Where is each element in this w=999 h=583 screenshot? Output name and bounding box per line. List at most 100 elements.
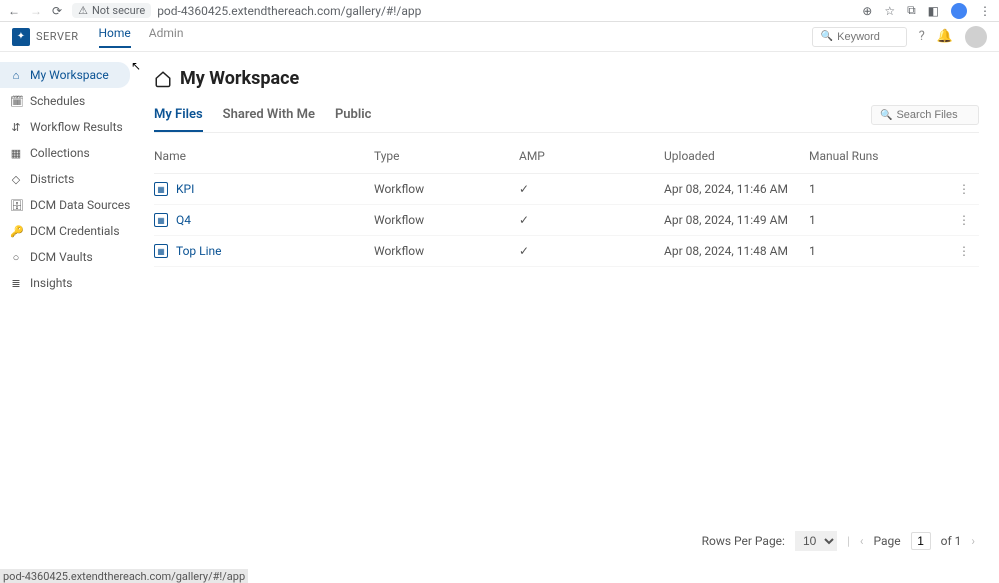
calendar-icon: 🗓 [10,95,22,108]
nav-reload-icon[interactable]: ⟳ [52,4,62,18]
sidebar: ⌂ My Workspace 🗓 Schedules ⇵ Workflow Re… [0,52,144,569]
cell-uploaded: Apr 08, 2024, 11:46 AM [664,182,809,196]
file-table: Name Type AMP Uploaded Manual Runs ▦ KPI… [154,139,979,267]
sidebar-item-dcm-vaults[interactable]: ○ DCM Vaults [0,244,144,270]
vaults-icon: ○ [10,251,22,264]
sidebar-item-collections[interactable]: ▦ Collections [0,140,144,166]
address-bar[interactable]: ⚠ Not secure pod-4360425.extendthereach.… [72,3,852,18]
file-search[interactable]: 🔍 [871,105,979,125]
warning-icon: ⚠ [78,4,88,17]
cell-type: Workflow [374,182,519,196]
home-icon: ⌂ [10,69,22,82]
table-row: ▦ Q4 Workflow ✓ Apr 08, 2024, 11:49 AM 1… [154,205,979,236]
tab-admin[interactable]: Admin [149,26,184,48]
not-secure-badge: ⚠ Not secure [72,3,151,18]
cell-manual-runs: 1 [809,244,949,258]
tab-my-files[interactable]: My Files [154,107,203,132]
help-icon[interactable]: ? [919,29,925,44]
file-link[interactable]: Top Line [176,244,222,258]
sidebar-item-label: Collections [30,146,90,160]
data-sources-icon: 🗄 [10,199,22,212]
sidebar-item-label: DCM Data Sources [30,198,130,212]
extensions-icon[interactable]: ⧉ [907,3,916,18]
table-row: ▦ Top Line Workflow ✓ Apr 08, 2024, 11:4… [154,236,979,267]
rows-per-page-select[interactable]: 10 [795,531,837,551]
tab-public[interactable]: Public [335,107,371,132]
url-text: pod-4360425.extendthereach.com/gallery/#… [157,4,421,18]
cell-amp: ✓ [519,244,664,258]
cell-uploaded: Apr 08, 2024, 11:49 AM [664,213,809,227]
bookmark-icon[interactable]: ☆ [884,4,895,18]
not-secure-label: Not secure [92,4,145,17]
page-title: My Workspace [154,68,979,89]
insights-icon: ≣ [10,277,22,290]
bell-icon[interactable]: 🔔 [937,29,953,44]
sidebar-item-my-workspace[interactable]: ⌂ My Workspace [0,62,130,88]
sidebar-item-label: Insights [30,276,72,290]
sidebar-item-label: My Workspace [30,68,109,82]
credentials-icon: 🔑 [10,225,22,238]
page-input[interactable] [911,532,931,550]
sidebar-item-workflow-results[interactable]: ⇵ Workflow Results [0,114,144,140]
cell-amp: ✓ [519,213,664,227]
table-header-row: Name Type AMP Uploaded Manual Runs [154,139,979,174]
nav-forward-icon[interactable]: → [30,4,42,18]
home-icon [154,70,172,88]
workflow-file-icon: ▦ [154,213,168,227]
menu-icon[interactable]: ⋮ [979,4,991,18]
app-header: ✦ SERVER Home Admin 🔍 ? 🔔 [0,22,999,52]
nav-back-icon[interactable]: ← [8,4,20,18]
row-menu-icon[interactable]: ⋮ [949,182,979,196]
sidebar-item-schedules[interactable]: 🗓 Schedules [0,88,144,114]
panel-icon[interactable]: ◧ [928,4,939,18]
tab-shared-with-me[interactable]: Shared With Me [223,107,315,132]
page-prev-icon[interactable]: ‹ [860,534,864,548]
row-menu-icon[interactable]: ⋮ [949,213,979,227]
sidebar-item-label: Schedules [30,94,85,108]
page-next-icon[interactable]: › [971,534,975,548]
sidebar-item-dcm-credentials[interactable]: 🔑 DCM Credentials [0,218,144,244]
profile-avatar-icon[interactable] [951,3,967,19]
col-name[interactable]: Name [154,149,374,163]
file-link[interactable]: KPI [176,182,194,196]
table-row: ▦ KPI Workflow ✓ Apr 08, 2024, 11:46 AM … [154,174,979,205]
sidebar-item-label: DCM Vaults [30,250,93,264]
collections-icon: ▦ [10,147,22,160]
cell-type: Workflow [374,244,519,258]
file-link[interactable]: Q4 [176,213,191,227]
sidebar-item-dcm-data-sources[interactable]: 🗄 DCM Data Sources [0,192,144,218]
user-avatar-icon[interactable] [965,26,987,48]
cell-amp: ✓ [519,182,664,196]
search-icon: 🔍 [880,110,892,121]
browser-bar: ← → ⟳ ⚠ Not secure pod-4360425.extendthe… [0,0,999,22]
app-logo-icon: ✦ [12,28,30,46]
workflow-file-icon: ▦ [154,182,168,196]
password-icon[interactable]: ⊕ [862,4,872,18]
rows-per-page-label: Rows Per Page: [702,534,785,548]
content-area: My Workspace My Files Shared With Me Pub… [144,52,999,569]
search-icon: 🔍 [821,31,833,42]
pagination: Rows Per Page: 10 | ‹ Page of 1 › [154,523,979,559]
cell-type: Workflow [374,213,519,227]
page-label: Page [874,534,901,548]
cell-manual-runs: 1 [809,182,949,196]
page-title-text: My Workspace [180,68,299,89]
row-menu-icon[interactable]: ⋮ [949,244,979,258]
col-uploaded[interactable]: Uploaded [664,149,809,163]
keyword-input[interactable] [837,31,897,43]
brand-label: SERVER [36,30,79,43]
cell-uploaded: Apr 08, 2024, 11:48 AM [664,244,809,258]
content-tabs: My Files Shared With Me Public 🔍 [154,107,979,133]
col-type[interactable]: Type [374,149,519,163]
tab-home[interactable]: Home [99,26,131,48]
districts-icon: ◇ [10,173,22,186]
sidebar-item-districts[interactable]: ◇ Districts [0,166,144,192]
status-bar: pod-4360425.extendthereach.com/gallery/#… [0,569,248,583]
col-amp[interactable]: AMP [519,149,664,163]
keyword-search[interactable]: 🔍 [812,27,907,47]
file-search-input[interactable] [896,109,976,121]
sidebar-item-insights[interactable]: ≣ Insights [0,270,144,296]
sidebar-item-label: Workflow Results [30,120,123,134]
col-manual-runs[interactable]: Manual Runs [809,149,949,163]
sidebar-item-label: Districts [30,172,74,186]
